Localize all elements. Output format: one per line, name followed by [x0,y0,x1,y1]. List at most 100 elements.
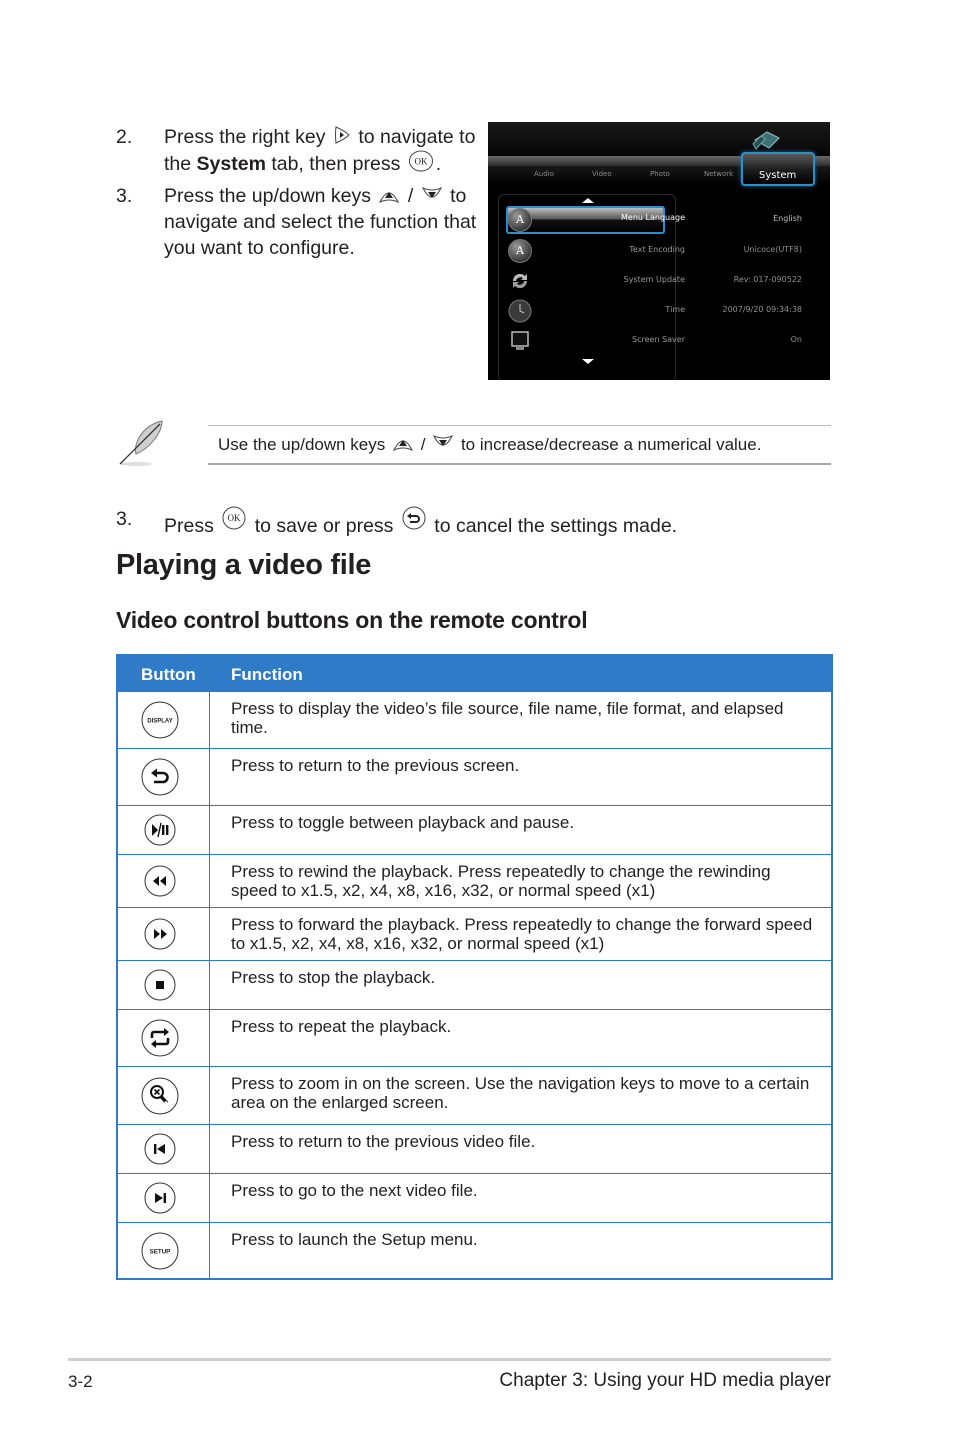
table-row: Press to rewind the playback. Press repe… [118,854,831,907]
step-text: to navigate to [358,126,476,148]
up-key-icon [379,192,400,204]
system-tools-icon [752,131,780,150]
step-text: Press the up/down keys [164,185,372,207]
setting-row-menu-language: A Menu Language English [506,206,828,234]
button-cell: DISPLAY [118,692,210,748]
setting-label: Time [665,305,685,314]
note-text-part: / [420,435,426,454]
button-cell [118,961,210,1009]
setting-row-system-update: System Update Rev: 017-090522 [508,269,828,293]
down-key-icon [421,186,442,198]
table-header: Button Function [118,656,831,691]
button-cell [118,1174,210,1222]
footer-rule [68,1358,831,1361]
previous-button-icon [144,1133,176,1165]
table-row: Press to repeat the playback. [118,1009,831,1066]
function-description: Press to rewind the playback. Press repe… [231,862,771,900]
button-cell [118,1010,210,1066]
page-number: 3-2 [68,1372,93,1391]
button-cell [118,1125,210,1173]
setting-row-text-encoding: A Text Encoding Unicoce(UTF8) [508,239,828,263]
table-row: Press to return to the previous screen. [118,748,831,805]
function-description: Press to toggle between playback and pau… [231,813,575,832]
svg-text:OK: OK [414,157,427,167]
step-text: the [164,153,192,175]
step-text: to [450,185,467,207]
header-button: Button [141,665,196,684]
tab-video: Video [592,170,612,178]
setting-value: Rev: 017-090522 [733,275,802,284]
setting-row-time: Time 2007/9/20 09:34:38 [508,299,828,323]
table-row: SETUP Press to launch the Setup menu. [118,1222,831,1278]
svg-text:SETUP: SETUP [150,1248,171,1255]
function-description: Press to launch the Setup menu. [231,1230,478,1249]
step-2: 2. Press the right key to navigate to th… [116,124,486,176]
play-pause-button-icon [144,814,176,846]
note-bottom-rule [208,463,831,465]
back-key-icon [402,506,426,530]
tab-network: Network [704,170,734,178]
step-number: 3. [116,185,133,207]
setting-label: Menu Language [621,213,685,222]
clock-icon [508,299,532,323]
system-menu-screenshot: Audio Video Photo Network System A Menu … [488,122,830,380]
step-text: navigate and select the function that [164,211,477,233]
setup-button-icon: SETUP [141,1232,179,1269]
function-description: Press to return to the previous screen. [231,756,520,775]
step-text: to save or press [254,515,394,537]
function-description: Press to zoom in on the screen. Use the … [231,1074,810,1112]
function-description: Press to display the video’s file source… [231,699,784,737]
note-text-part: to increase/decrease a numerical value. [460,435,762,454]
table-row: Press to go to the next video file. [118,1173,831,1222]
tab-system-label: System [759,170,797,181]
button-cell [118,1067,210,1124]
chapter-title: Chapter 3: Using your HD media player [499,1370,831,1391]
setting-value: Unicoce(UTF8) [743,245,802,254]
step-3-navigate: 3. Press the up/down keys / to navigate … [116,183,486,263]
button-cell [118,855,210,907]
zoom-button-icon [141,1077,179,1114]
setting-value: On [790,335,802,344]
tab-audio: Audio [534,170,554,178]
stop-button-icon [144,969,176,1001]
step-3-save: 3. Press OK to save or press to cancel t… [116,506,816,537]
right-key-icon [334,126,350,144]
video-control-buttons-table: Button Function DISPLAY Press to display… [116,654,833,1280]
scroll-up-arrow-icon [582,198,594,203]
language-icon: A [508,208,532,232]
down-key-icon [433,434,454,446]
step-text: you want to configure. [164,237,355,259]
step-text: Press the right key [164,126,326,148]
setting-value: 2007/9/20 09:34:38 [722,305,803,314]
note-text-part: Use the up/down keys [218,435,386,454]
note-top-rule [208,425,831,426]
function-description: Press to return to the previous video fi… [231,1132,536,1151]
function-description: Press to repeat the playback. [231,1017,452,1036]
subsection-heading: Video control buttons on the remote cont… [116,607,588,633]
button-cell [118,806,210,854]
function-description: Press to forward the playback. Press rep… [231,915,813,953]
refresh-icon [512,273,528,289]
table-row: Press to toggle between playback and pau… [118,805,831,854]
button-cell: SETUP [118,1223,210,1278]
step-text: / [407,185,414,207]
header-function: Function [231,665,303,684]
tab-system: System [741,152,815,186]
function-description: Press to stop the playback. [231,968,436,987]
language-icon: A [508,239,532,263]
setting-label: Text Encoding [629,245,685,254]
note-text: Use the up/down keys / to increase/decre… [218,434,761,455]
rewind-button-icon [144,865,176,897]
repeat-button-icon [141,1019,179,1057]
svg-text:OK: OK [228,513,241,523]
setting-label: System Update [623,275,685,284]
ok-key-icon: OK [408,150,433,172]
back-button-icon [141,758,179,796]
button-cell [118,749,210,805]
table-row: Press to return to the previous video fi… [118,1124,831,1173]
step-number: 2. [116,126,133,148]
step-number: 3. [116,508,133,530]
svg-text:DISPLAY: DISPLAY [147,719,172,725]
step-text: to cancel the settings made. [434,515,678,537]
ok-key-icon: OK [222,506,246,530]
